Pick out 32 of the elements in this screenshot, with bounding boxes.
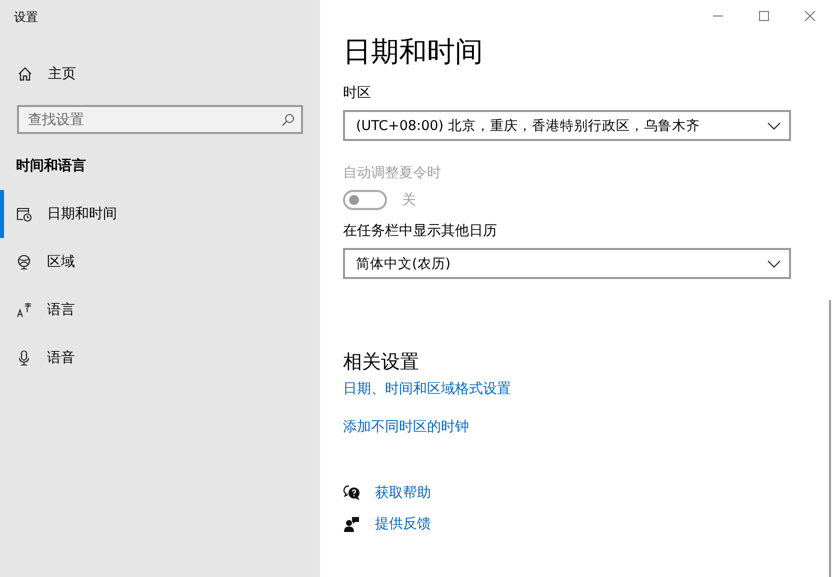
search-icon (281, 113, 295, 127)
close-icon[interactable] (804, 10, 816, 22)
chat-question-icon (343, 485, 361, 501)
calendar-dropdown[interactable]: 简体中文(农历) (343, 248, 791, 279)
field-label: 时区 (343, 84, 371, 103)
toggle-state: 关 (402, 191, 416, 209)
nav-item[interactable]: 区域 (0, 238, 320, 286)
microphone-icon (16, 350, 32, 366)
person-feedback-icon (343, 516, 361, 532)
timezone-dropdown[interactable]: (UTC+08:00) 北京，重庆，香港特别行政区，乌鲁木齐 (343, 110, 791, 141)
nav-item[interactable]: 语言 (0, 286, 320, 334)
section-heading: 相关设置 (343, 350, 419, 375)
settings-link[interactable]: 添加不同时区的时钟 (343, 417, 469, 437)
field-label: 自动调整夏令时 (343, 164, 441, 183)
field-label: 在任务栏中显示其他日历 (343, 222, 497, 241)
section-heading: 时间和语言 (15, 156, 87, 175)
window-title: 设置 (13, 9, 39, 26)
page-title: 日期和时间 (343, 34, 483, 70)
chevron-icon (767, 260, 781, 268)
maximize-icon[interactable] (758, 10, 770, 22)
home-link[interactable]: 主页 (48, 65, 76, 83)
calendar-clock-icon (16, 206, 32, 222)
language-icon (16, 302, 32, 318)
scrollbar[interactable] (829, 300, 831, 577)
home-icon (17, 66, 33, 82)
settings-link[interactable]: 日期、时间和区域格式设置 (343, 379, 511, 399)
chevron-icon (767, 122, 781, 130)
search-field[interactable]: 查找设置 (17, 105, 303, 134)
nav-item[interactable]: 语音 (0, 334, 320, 382)
help-link[interactable]: 获取帮助 (375, 483, 431, 503)
globe-icon (16, 254, 32, 270)
help-link[interactable]: 提供反馈 (375, 514, 431, 534)
